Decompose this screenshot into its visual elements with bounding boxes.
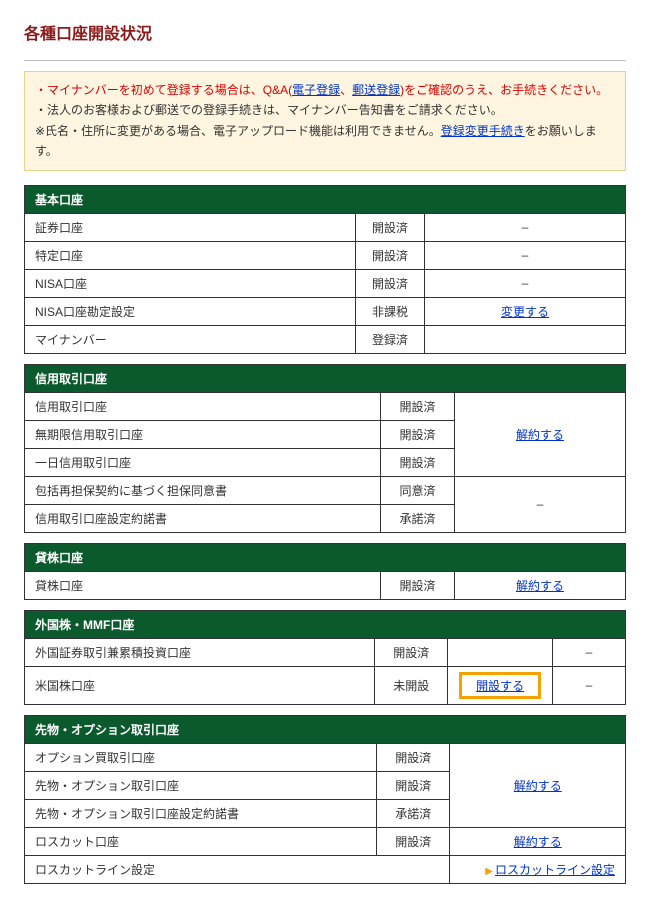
link-mail-register[interactable]: 郵送登録 [352, 83, 400, 97]
table-row: オプション買取引口座 開設済 解約する [25, 743, 626, 771]
table-row: 信用取引口座 開設済 解約する [25, 392, 626, 420]
table-row: 外国証券取引兼累積投資口座 開設済 – [25, 638, 626, 666]
title-divider [24, 60, 626, 61]
table-row: 証券口座 開設済 – [25, 213, 626, 241]
section-header: 貸株口座 [25, 543, 626, 571]
table-row: 特定口座 開設済 – [25, 241, 626, 269]
table-row: 包括再担保契約に基づく担保同意書 同意済 – [25, 476, 626, 504]
section-futures: 先物・オプション取引口座 オプション買取引口座 開設済 解約する 先物・オプショ… [24, 715, 626, 884]
arrow-icon: ▶ [485, 866, 493, 877]
link-change-register[interactable]: 登録変更手続き [441, 124, 525, 138]
section-basic: 基本口座 証券口座 開設済 – 特定口座 開設済 – NISA口座 開設済 – … [24, 185, 626, 354]
section-lending: 貸株口座 貸株口座 開設済 解約する [24, 543, 626, 600]
notice-box: ・マイナンバーを初めて登録する場合は、Q&A(電子登録、郵送登録)をご確認のうえ… [24, 71, 626, 171]
cancel-link[interactable]: 解約する [516, 428, 564, 442]
section-header: 外国株・MMF口座 [25, 610, 626, 638]
table-row: 米国株口座 未開設 開設する – [25, 666, 626, 704]
link-e-register[interactable]: 電子登録 [292, 83, 340, 97]
table-row: ロスカットライン設定 ▶ロスカットライン設定 [25, 855, 626, 883]
table-row: NISA口座 開設済 – [25, 269, 626, 297]
page-title: 各種口座開設状況 [24, 20, 626, 44]
losscut-link[interactable]: ロスカットライン設定 [495, 863, 615, 877]
cancel-link[interactable]: 解約する [516, 579, 564, 593]
cancel-link[interactable]: 解約する [514, 779, 562, 793]
section-margin: 信用取引口座 信用取引口座 開設済 解約する 無期限信用取引口座 開設済 一日信… [24, 364, 626, 533]
section-header: 先物・オプション取引口座 [25, 715, 626, 743]
table-row: ロスカット口座 開設済 解約する [25, 827, 626, 855]
section-foreign: 外国株・MMF口座 外国証券取引兼累積投資口座 開設済 – 米国株口座 未開設 … [24, 610, 626, 705]
table-row: マイナンバー 登録済 [25, 325, 626, 353]
change-link[interactable]: 変更する [501, 305, 549, 319]
section-header: 基本口座 [25, 185, 626, 213]
section-header: 信用取引口座 [25, 364, 626, 392]
table-row: NISA口座勘定設定 非課税 変更する [25, 297, 626, 325]
cancel-link[interactable]: 解約する [514, 835, 562, 849]
open-button-highlight: 開設する [459, 672, 541, 699]
open-link[interactable]: 開設する [476, 679, 524, 693]
table-row: 貸株口座 開設済 解約する [25, 571, 626, 599]
